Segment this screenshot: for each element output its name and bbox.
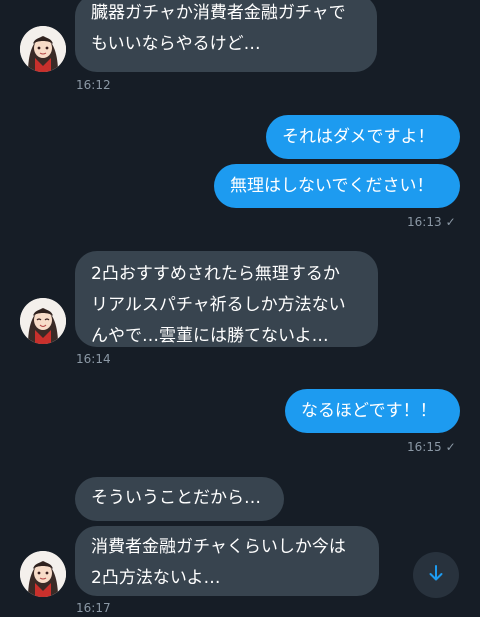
chat-thread: 臓器ガチャか消費者金融ガチャで もいいならやるけど… 16:12 それはダメです…: [0, 0, 480, 617]
timestamp: 16:15 ✓: [407, 440, 456, 454]
scroll-to-bottom-button[interactable]: [413, 552, 459, 598]
avatar-icon[interactable]: [20, 26, 66, 72]
message-bubble-outgoing[interactable]: なるほどです！！: [285, 389, 460, 433]
timestamp-text: 16:13: [407, 215, 442, 229]
timestamp: 16:12: [76, 78, 111, 92]
timestamp: 16:13 ✓: [407, 215, 456, 229]
read-check-icon: ✓: [445, 440, 456, 454]
timestamp: 16:17: [76, 601, 111, 615]
message-bubble-incoming[interactable]: 臓器ガチャか消費者金融ガチャで もいいならやるけど…: [75, 0, 377, 72]
message-bubble-incoming[interactable]: そういうことだから…: [75, 477, 284, 521]
message-bubble-incoming[interactable]: 消費者金融ガチャくらいしか今は 2凸方法ないよ…: [75, 526, 379, 596]
message-bubble-outgoing[interactable]: それはダメですよ！: [266, 115, 460, 159]
read-check-icon: ✓: [445, 215, 456, 229]
timestamp: 16:14: [76, 352, 111, 366]
avatar-icon[interactable]: [20, 298, 66, 344]
message-bubble-outgoing[interactable]: 無理はしないでください！: [214, 164, 460, 208]
avatar-icon[interactable]: [20, 551, 66, 597]
timestamp-text: 16:15: [407, 440, 442, 454]
arrow-down-icon: [427, 564, 445, 586]
message-bubble-incoming[interactable]: 2凸おすすめされたら無理するか リアルスパチャ祈るしか方法ない んやで…雲菫には…: [75, 251, 378, 347]
